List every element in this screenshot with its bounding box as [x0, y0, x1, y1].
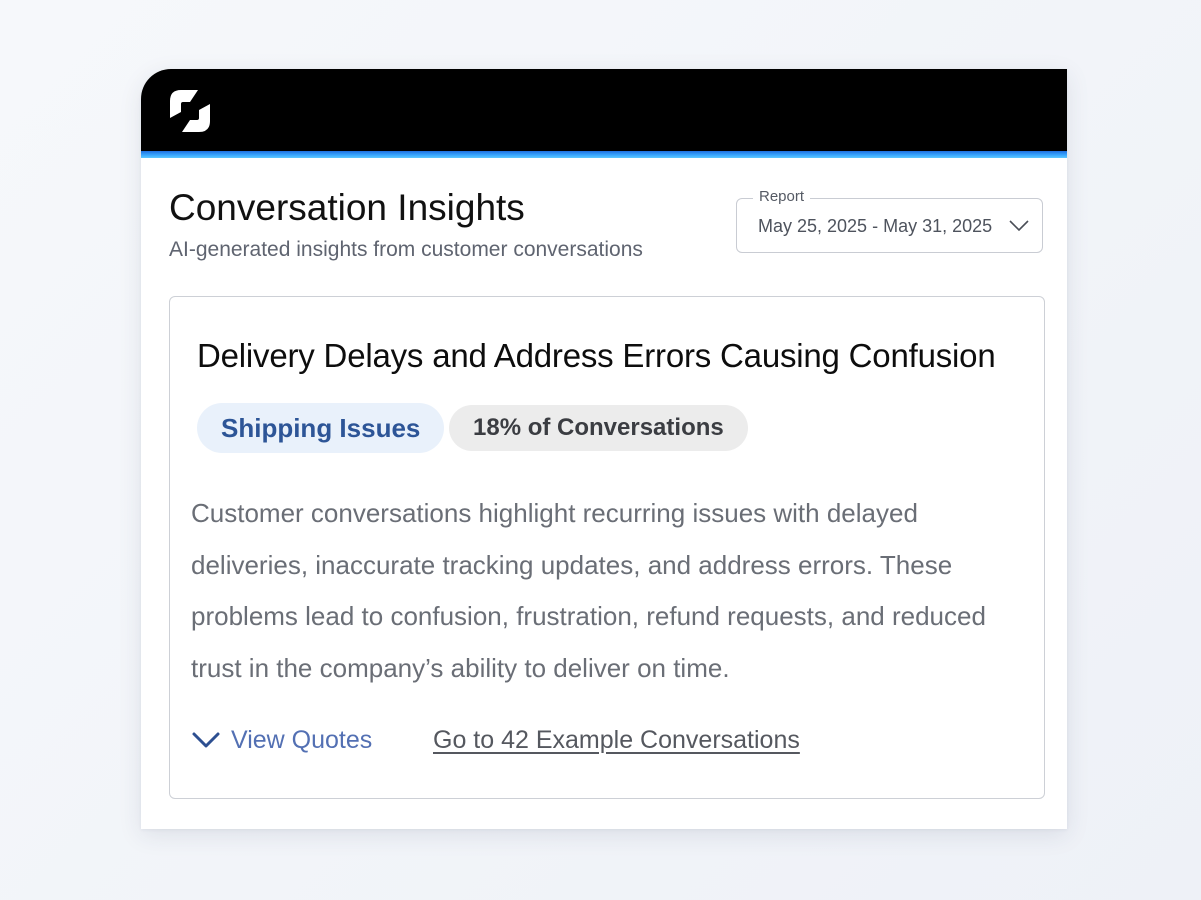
insight-title: Delivery Delays and Address Errors Causi… — [197, 337, 996, 374]
view-quotes-label: View Quotes — [231, 725, 373, 754]
example-conversations-link[interactable]: Go to 42 Example Conversations — [433, 720, 800, 760]
chevron-down-icon — [192, 732, 220, 748]
accent-bar — [141, 151, 1067, 158]
insight-summary: Customer conversations highlight recurri… — [191, 498, 986, 683]
report-date-value: May 25, 2025 - May 31, 2025 — [758, 216, 993, 236]
company-logo-icon[interactable] — [167, 88, 213, 134]
page-subtitle: AI-generated insights from customer conv… — [169, 238, 643, 261]
category-tag: Shipping Issues — [197, 403, 445, 453]
report-date-select[interactable]: Report May 25, 2025 - May 31, 2025 — [736, 188, 1043, 253]
page-title: Conversation Insights — [169, 187, 525, 228]
insight-card: Delivery Delays and Address Errors Causi… — [169, 296, 1045, 799]
chevron-down-icon — [1009, 220, 1029, 232]
conversation-share-badge: 18% of Conversations — [449, 405, 748, 451]
report-label: Report — [753, 188, 811, 205]
app-window: Conversation Insights AI-generated insig… — [141, 69, 1067, 829]
view-quotes-button[interactable]: View Quotes — [191, 720, 372, 760]
top-bar — [141, 69, 1067, 151]
